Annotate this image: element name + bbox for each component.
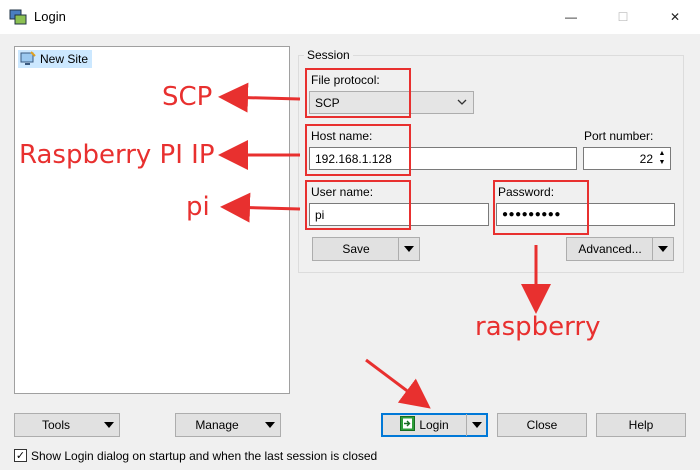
arrow-user [220, 192, 301, 223]
arrow-login [365, 358, 431, 409]
annotation-arrows [218, 82, 551, 409]
arrow-scp [218, 82, 301, 113]
